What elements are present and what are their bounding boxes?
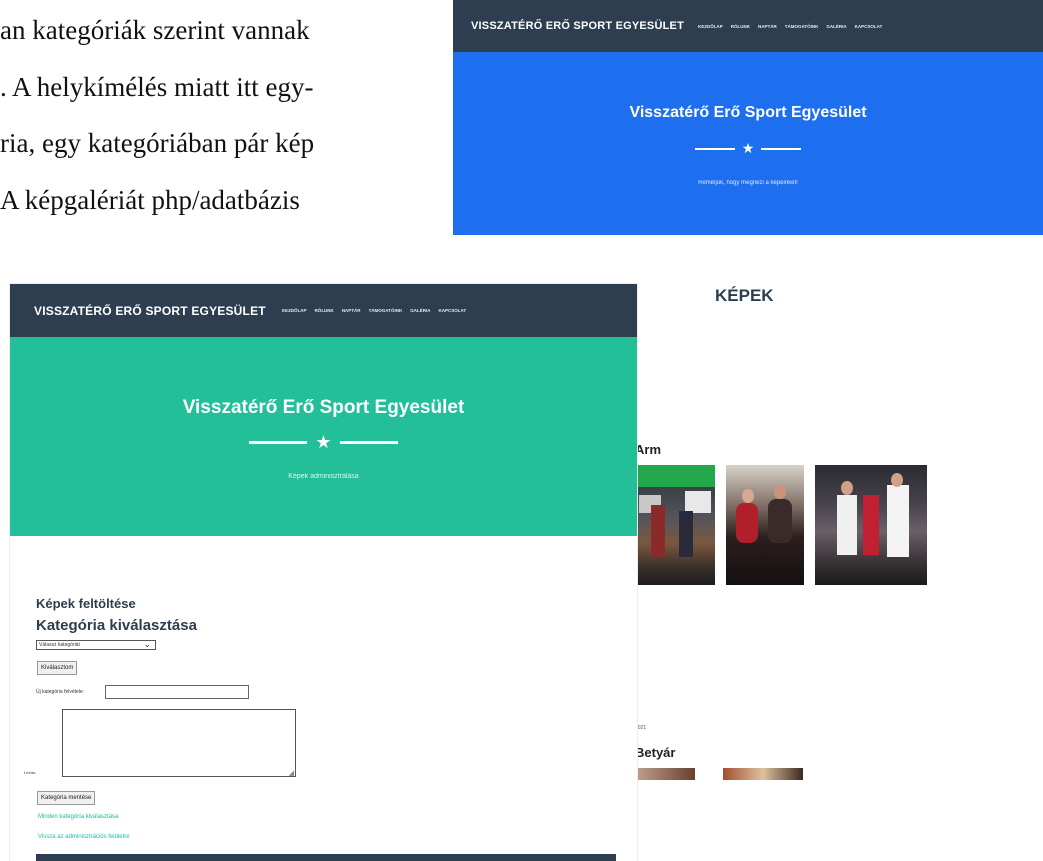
hero-banner: Visszatérő Erő Sport Egyesület ★ Reméljü…: [453, 52, 1043, 235]
new-category-label: Új kategória felvétele:: [36, 689, 85, 695]
nav-item-contact[interactable]: Kapcsolat: [438, 308, 466, 313]
hero-subtitle: Reméljük, hogy megnézi a képeinket!: [698, 180, 798, 186]
brand-logo[interactable]: VISSZATÉRŐ ERŐ SPORT EGYESÜLET: [34, 304, 266, 318]
gallery-photo-2[interactable]: [726, 465, 804, 585]
chevron-down-icon: ⌄: [143, 639, 151, 649]
hero-divider: ★: [453, 140, 1043, 157]
nav-item-sponsors[interactable]: Támogatóink: [369, 308, 403, 313]
resize-handle-icon: ◢: [288, 770, 294, 777]
category-select[interactable]: Válassz kategóriát ⌄: [36, 639, 156, 650]
nav-item-gallery[interactable]: Galéria: [826, 24, 846, 29]
star-icon: ★: [741, 140, 755, 156]
section-title: KÉPEK: [715, 286, 774, 305]
description-textarea[interactable]: ◢: [62, 709, 296, 777]
description-label: Leírás:: [24, 770, 37, 775]
nav-item-about[interactable]: Rólunk: [315, 308, 334, 313]
category-select-value: Válassz kategóriát: [39, 642, 80, 648]
gallery-photo-5[interactable]: [723, 768, 803, 780]
nav-item-sponsors[interactable]: Támogatóink: [785, 24, 819, 29]
admin-page-screenshot: VISSZATÉRŐ ERŐ SPORT EGYESÜLET Kezdőlap …: [10, 284, 637, 861]
navbar: VISSZATÉRŐ ERŐ SPORT EGYESÜLET Kezdőlap …: [453, 0, 1043, 52]
hero-banner: Visszatérő Erő Sport Egyesület ★ Képek a…: [10, 337, 637, 536]
footer-bar: [36, 854, 616, 861]
gallery-photo-3[interactable]: [815, 465, 927, 585]
nav-item-home[interactable]: Kezdőlap: [282, 308, 307, 313]
new-category-input[interactable]: [105, 685, 249, 699]
hero-subtitle: Képek adminisztrálása: [288, 473, 359, 480]
document-text-line-3: ria, egy kategóriában pár kép: [0, 128, 315, 158]
gallery-photo-1[interactable]: [635, 465, 715, 585]
category-title-1: Arm: [635, 442, 662, 457]
brand-logo[interactable]: VISSZATÉRŐ ERŐ SPORT EGYESÜLET: [471, 20, 684, 32]
back-to-admin-link[interactable]: Vissza az adminisztrációs felületre: [38, 834, 130, 840]
nav-item-contact[interactable]: Kapcsolat: [855, 24, 883, 29]
document-text-line-2: . A helykímélés miatt itt egy-: [0, 72, 314, 102]
gallery-photo-4[interactable]: [635, 768, 695, 780]
nav-item-calendar[interactable]: Naptár: [758, 24, 777, 29]
nav-item-about[interactable]: Rólunk: [731, 24, 750, 29]
nav-item-home[interactable]: Kezdőlap: [698, 24, 723, 29]
hero-divider: ★: [10, 432, 637, 453]
nav-item-gallery[interactable]: Galéria: [410, 308, 430, 313]
nav-item-calendar[interactable]: Naptár: [342, 308, 361, 313]
star-icon: ★: [315, 432, 332, 452]
category-title-2: Betyár: [635, 745, 676, 760]
nav-menu: Kezdőlap Rólunk Naptár Támogatóink Galér…: [282, 308, 466, 313]
upload-heading: Képek feltöltése: [36, 596, 136, 611]
select-button[interactable]: Kiválasztom: [37, 661, 78, 675]
category-heading: Kategória kiválasztása: [36, 617, 197, 634]
hero-title: Visszatérő Erő Sport Egyesület: [629, 104, 867, 121]
hero-title: Visszatérő Erő Sport Egyesület: [182, 397, 465, 418]
save-category-button[interactable]: Kategória mentése: [37, 791, 96, 805]
all-categories-link[interactable]: Minden kategória kiválasztása: [38, 814, 118, 820]
navbar: VISSZATÉRŐ ERŐ SPORT EGYESÜLET Kezdőlap …: [10, 284, 637, 337]
document-text-line-4: A képgalériát php/adatbázis: [0, 185, 300, 215]
document-text-line-1: an kategóriák szerint vannak: [0, 15, 310, 45]
nav-menu: Kezdőlap Rólunk Naptár Támogatóink Galér…: [698, 24, 882, 29]
